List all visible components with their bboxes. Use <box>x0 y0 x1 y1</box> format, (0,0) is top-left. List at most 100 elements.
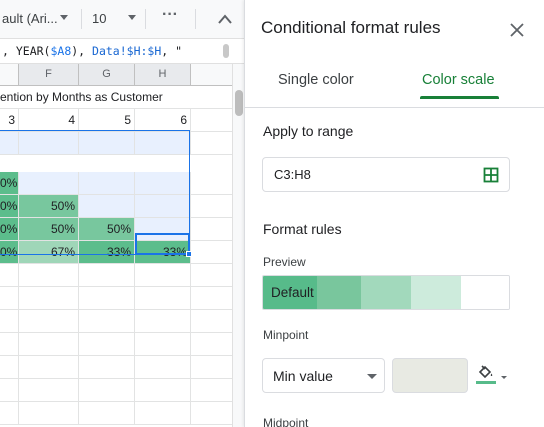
tab-bar: Single color Color scale <box>245 58 544 108</box>
table-row <box>0 264 232 287</box>
chevron-down-icon[interactable] <box>60 15 68 20</box>
table-cell[interactable]: 6 <box>135 109 191 131</box>
table-cell[interactable] <box>19 402 79 424</box>
table-cell[interactable] <box>79 287 135 309</box>
chevron-down-icon[interactable] <box>501 376 507 379</box>
formula-text: , YEAR($A8), Data!$H:$H, " <box>2 44 183 58</box>
preview-segment <box>461 276 509 309</box>
table-cell[interactable] <box>0 333 19 355</box>
column-header-f[interactable]: F <box>19 64 79 85</box>
table-cell[interactable] <box>79 402 135 424</box>
tab-color-scale[interactable]: Color scale <box>422 72 495 88</box>
table-cell[interactable] <box>0 379 19 401</box>
column-headers: F G H <box>0 64 232 86</box>
chevron-down-icon[interactable] <box>128 15 136 20</box>
column-header-h[interactable]: H <box>135 64 191 85</box>
table-cell[interactable] <box>135 287 191 309</box>
table-cell[interactable] <box>19 310 79 332</box>
table-cell[interactable]: 50% <box>79 218 135 240</box>
toolbar-divider <box>195 9 196 29</box>
minpoint-type-select[interactable]: Min value <box>262 358 385 393</box>
chevron-up-icon[interactable] <box>215 11 235 27</box>
table-cell[interactable] <box>19 379 79 401</box>
table-cell[interactable]: 4 <box>19 109 79 131</box>
formula-scrollbar[interactable] <box>223 44 229 58</box>
table-row: 3 4 5 6 <box>0 109 232 132</box>
table-cell[interactable] <box>135 195 191 217</box>
table-cell[interactable]: 0% <box>0 218 19 240</box>
table-cell[interactable] <box>135 356 191 378</box>
table-cell[interactable] <box>19 356 79 378</box>
table-cell[interactable] <box>19 287 79 309</box>
column-header-e[interactable] <box>0 64 19 85</box>
table-cell[interactable] <box>79 379 135 401</box>
table-cell[interactable]: 33% <box>135 241 191 263</box>
table-cell[interactable]: 3 <box>0 109 19 131</box>
table-cell[interactable]: 33% <box>79 241 135 263</box>
close-icon[interactable] <box>507 20 527 40</box>
font-size-select[interactable]: 10 <box>92 9 122 29</box>
tab-single-color[interactable]: Single color <box>278 72 354 88</box>
preview-text: Default <box>271 285 314 300</box>
sheet-title-cell[interactable]: ention by Months as Customer <box>0 90 163 104</box>
table-cell[interactable]: 67% <box>19 241 79 263</box>
table-cell[interactable] <box>0 310 19 332</box>
table-cell[interactable]: 50% <box>19 218 79 240</box>
table-cell[interactable]: 5 <box>79 109 135 131</box>
minpoint-type-value: Min value <box>273 368 333 384</box>
more-options-button[interactable]: ··· <box>160 5 180 25</box>
table-cell[interactable]: 0% <box>0 195 19 217</box>
table-cell[interactable] <box>79 333 135 355</box>
table-cell[interactable] <box>135 402 191 424</box>
table-cell[interactable]: 0% <box>0 172 19 194</box>
table-cell[interactable] <box>79 356 135 378</box>
midpoint-label: Midpoint <box>263 416 309 427</box>
table-cell[interactable] <box>79 195 135 217</box>
select-range-grid-icon[interactable] <box>483 167 499 183</box>
table-cell[interactable] <box>135 172 191 194</box>
table-cell[interactable] <box>135 379 191 401</box>
table-cell[interactable] <box>19 172 79 194</box>
preview-segment <box>411 276 461 309</box>
table-cell[interactable] <box>19 333 79 355</box>
table-cell[interactable] <box>135 218 191 240</box>
table-cell[interactable]: 0% <box>0 241 19 263</box>
table-cell[interactable] <box>79 172 135 194</box>
table-cell[interactable] <box>135 264 191 286</box>
table-row: 0% <box>0 172 232 195</box>
chevron-down-icon <box>367 374 377 379</box>
fill-color-indicator <box>476 381 496 384</box>
table-cell[interactable] <box>19 264 79 286</box>
table-cell[interactable] <box>135 310 191 332</box>
table-cell[interactable]: 50% <box>19 195 79 217</box>
vertical-scrollbar[interactable] <box>232 64 244 427</box>
table-cell[interactable] <box>0 264 19 286</box>
table-cell[interactable] <box>0 132 19 154</box>
column-header-g[interactable]: G <box>79 64 135 85</box>
range-input[interactable]: C3:H8 <box>262 157 510 192</box>
table-row: ention by Months as Customer <box>0 86 232 109</box>
table-cell[interactable] <box>0 287 19 309</box>
range-value: C3:H8 <box>274 167 311 182</box>
toolbar-divider <box>81 9 82 29</box>
conditional-format-panel: Conditional format rules Single color Co… <box>244 0 544 427</box>
table-cell[interactable] <box>0 356 19 378</box>
table-cell[interactable] <box>19 132 79 154</box>
table-cell[interactable] <box>79 310 135 332</box>
fill-color-icon[interactable] <box>477 363 495 381</box>
formula-bar[interactable]: , YEAR($A8), Data!$H:$H, " <box>0 38 244 64</box>
color-scale-preview[interactable]: Default <box>262 275 510 310</box>
minpoint-label: Minpoint <box>263 328 309 342</box>
scrollbar-thumb[interactable] <box>235 90 243 116</box>
fill-handle[interactable] <box>186 251 192 257</box>
table-cell[interactable] <box>0 402 19 424</box>
apply-to-range-label: Apply to range <box>263 123 354 139</box>
cell-grid: ention by Months as Customer 3 4 5 6 0% <box>0 86 232 427</box>
table-row <box>0 310 232 333</box>
table-cell[interactable] <box>79 264 135 286</box>
minpoint-color-swatch[interactable] <box>392 358 468 393</box>
table-cell[interactable] <box>79 132 135 154</box>
table-cell[interactable] <box>135 333 191 355</box>
table-cell[interactable] <box>135 132 191 154</box>
table-row: 0% 50% <box>0 195 232 218</box>
